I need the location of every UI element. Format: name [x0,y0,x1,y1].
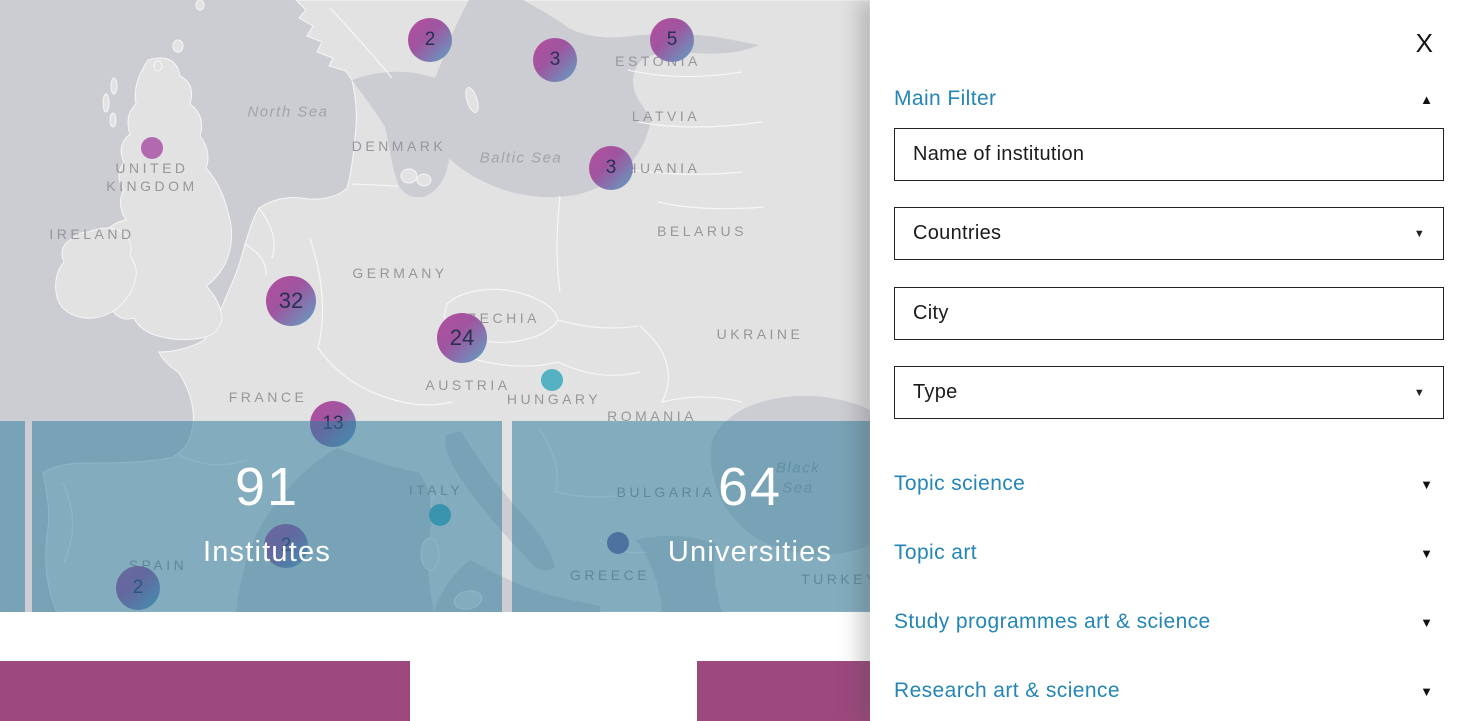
map-cluster-marker[interactable]: 24 [437,313,487,363]
section-topic-art-label: Topic art [894,541,977,565]
name-of-institution-input[interactable]: Name of institution [894,128,1444,181]
name-of-institution-value: Name of institution [913,143,1084,166]
section-topic-science-label: Topic science [894,472,1025,496]
universities-label: Universities [668,535,832,569]
countries-select-value: Countries [913,222,1001,245]
map-cluster-marker[interactable]: 3 [589,146,633,190]
filter-panel: X Main Filter ▲ Name of institution Coun… [870,0,1467,721]
city-input[interactable]: City [894,287,1444,340]
map-country-label: AUSTRIA [425,376,510,394]
collapse-arrow-icon[interactable]: ▲ [1420,93,1433,106]
map-country-label: GERMANY [352,264,447,282]
map-cluster-marker[interactable]: 2 [408,18,452,62]
stat-card-universities[interactable]: 64 Universities [512,421,870,612]
stats-band: 91 Institutes 64 Universities [0,421,870,612]
city-input-value: City [913,302,949,325]
section-topic-science[interactable]: Topic science ▼ [894,470,1433,498]
section-research-label: Research art & science [894,679,1120,703]
expand-arrow-icon[interactable]: ▼ [1420,478,1433,491]
map-dot-marker[interactable] [141,137,163,159]
magenta-bar-left [0,661,410,721]
map-country-label: DENMARK [352,137,447,155]
section-study-programmes-label: Study programmes art & science [894,610,1211,634]
type-select-value: Type [913,381,958,404]
expand-arrow-icon[interactable]: ▼ [1420,685,1433,698]
universities-count: 64 [718,457,782,517]
europe-map[interactable]: UNITED KINGDOM IRELAND DENMARK GERMANY FRANC… [0,0,870,721]
section-main-filter[interactable]: Main Filter ▲ [894,85,1433,113]
page: UNITED KINGDOM IRELAND DENMARK GERMANY FRANC… [0,0,1467,721]
close-button[interactable]: X [1416,30,1433,56]
dropdown-caret-icon[interactable]: ▼ [1414,228,1425,240]
map-country-label: LATVIA [632,107,700,125]
map-cluster-marker[interactable]: 32 [266,276,316,326]
type-select[interactable]: Type ▼ [894,366,1444,419]
dropdown-caret-icon[interactable]: ▼ [1414,387,1425,399]
section-topic-art[interactable]: Topic art ▼ [894,539,1433,567]
map-country-label: UKRAINE [717,325,804,343]
map-country-label: UNITED KINGDOM [106,159,197,195]
map-country-label: HUNGARY [507,390,601,408]
expand-arrow-icon[interactable]: ▼ [1420,616,1433,629]
stat-card-partial[interactable] [0,421,25,612]
section-research[interactable]: Research art & science ▼ [894,677,1433,705]
map-sea-label: North Sea [247,102,328,122]
institutes-label: Institutes [203,535,331,569]
institutes-count: 91 [235,457,299,517]
map-cluster-marker[interactable]: 5 [650,18,694,62]
section-main-filter-label: Main Filter [894,87,996,111]
magenta-bar-right [697,661,870,721]
map-sea-label: Baltic Sea [480,148,563,168]
map-country-label: IRELAND [49,225,134,243]
map-dot-marker[interactable] [541,369,563,391]
map-country-label: FRANCE [229,388,308,406]
map-cluster-marker[interactable]: 3 [533,38,577,82]
stat-card-institutes[interactable]: 91 Institutes [32,421,502,612]
expand-arrow-icon[interactable]: ▼ [1420,547,1433,560]
map-country-label: BELARUS [657,222,747,240]
countries-select[interactable]: Countries ▼ [894,207,1444,260]
section-study-programmes[interactable]: Study programmes art & science ▼ [894,608,1433,636]
